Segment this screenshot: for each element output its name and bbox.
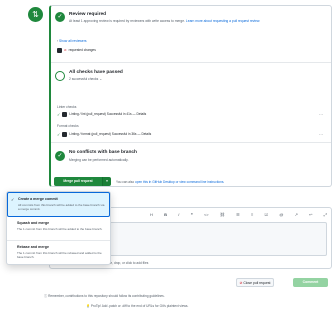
reviewer-row: ⊘ requested changes (57, 46, 323, 54)
menu-item-desc: The 1 commit from this branch will be re… (17, 251, 102, 259)
conflicts-section: ✓ No conflicts with base branch Merging … (51, 143, 331, 171)
show-all-reviewers[interactable]: › Show all reviewers (57, 39, 87, 43)
tasklist-icon[interactable]: ☑ (265, 212, 269, 219)
merge-button[interactable]: Merge pull request (54, 177, 102, 186)
italic-icon[interactable]: I (178, 212, 179, 219)
conflicts-subtitle: Merging can be performed automatically. (69, 158, 129, 162)
link-icon[interactable]: ⛓ (220, 212, 225, 219)
check-circle-icon: ✓ (55, 151, 65, 161)
check-icon: ✓ (57, 131, 61, 137)
reference-icon[interactable]: ↗ (295, 212, 298, 219)
code-icon[interactable]: <> (204, 212, 209, 219)
check-row: ✓ Linting / lint (pull_request) Successf… (57, 111, 323, 117)
avatar (57, 47, 62, 53)
expand-icon[interactable]: ⤢ (324, 212, 327, 219)
markdown-toolbar: H B I ❝ <> ⛓ ☰ ≡ ☑ @ ↗ ↩ ⤢ (150, 212, 327, 219)
check-icon: ✓ (11, 197, 15, 202)
mention-icon[interactable]: @ (279, 212, 283, 219)
menu-item-desc: All commits from this branch will be add… (18, 203, 105, 211)
changes-icon: ⊘ (64, 48, 67, 52)
menu-item-desc: The 1 commit from this branch will be ad… (17, 227, 103, 231)
check-circle-icon: ✓ (55, 12, 65, 22)
more-icon[interactable]: ··· (319, 112, 323, 117)
chevron-right-icon: › (57, 39, 59, 43)
review-section: ✓ Review required At least 1 approving r… (51, 6, 331, 63)
close-pr-button[interactable]: ⊘ Close pull request (236, 278, 274, 287)
menu-item-title: Create a merge commit (18, 197, 58, 201)
checks-subtitle: 2 successful checks ⌄ (69, 77, 103, 81)
check-icon: ✓ (57, 111, 61, 117)
check-row: ✓ Linting / format (pull_request) Succes… (57, 131, 323, 137)
merge-box: ✓ Review required At least 1 approving r… (49, 5, 332, 187)
contributing-tip: ⓘ Remember, contributions to this reposi… (44, 294, 165, 298)
lightbulb-icon: 💡 (86, 304, 90, 308)
alt-merge-text: You can also open this in GitHub Desktop… (116, 180, 225, 184)
git-merge-icon: ⇅ (28, 7, 43, 22)
menu-item-merge-commit[interactable]: ✓ Create a merge commit All commits from… (7, 192, 110, 217)
merge-method-dropdown-button[interactable]: ▾ (102, 177, 111, 186)
quote-icon[interactable]: ❝ (191, 212, 193, 219)
conflicts-title: No conflicts with base branch (69, 150, 137, 155)
menu-item-title: Squash and merge (17, 221, 50, 225)
menu-item-rebase[interactable]: Rebase and merge The 1 commit from this … (7, 241, 110, 265)
check-group-label: Format checks (57, 124, 79, 128)
merge-method-menu: ✓ Create a merge commit All commits from… (6, 191, 111, 265)
comment-button[interactable]: Comment (293, 278, 328, 287)
list-icon[interactable]: ☰ (236, 212, 240, 219)
more-icon[interactable]: ··· (319, 132, 323, 137)
command-line-link[interactable]: open this in GitHub Desktop or view comm… (135, 180, 224, 184)
learn-more-link[interactable]: Learn more about requesting a pull reque… (186, 19, 260, 23)
bold-icon[interactable]: B (164, 212, 167, 219)
review-title: Review required (69, 12, 107, 17)
info-icon: ⓘ (44, 294, 48, 298)
checks-title: All checks have passed (69, 70, 123, 75)
protip: 💡 ProTip! Add .patch or .diff to the end… (86, 304, 189, 308)
numbered-list-icon[interactable]: ≡ (251, 212, 253, 219)
review-description: At least 1 approving review is required … (69, 19, 261, 23)
chevron-down-icon[interactable]: ⌄ (99, 77, 102, 81)
checks-section: All checks have passed 2 successful chec… (51, 63, 331, 143)
heading-icon[interactable]: H (150, 212, 153, 219)
app-avatar (62, 131, 68, 137)
app-avatar (62, 111, 68, 117)
close-icon: ⊘ (239, 281, 243, 285)
status-ring-icon (55, 71, 65, 81)
check-group-label: Linter checks (57, 105, 77, 109)
reply-icon[interactable]: ↩ (309, 212, 312, 219)
menu-item-title: Rebase and merge (17, 245, 49, 249)
menu-item-squash[interactable]: Squash and merge The 1 commit from this … (7, 217, 110, 241)
